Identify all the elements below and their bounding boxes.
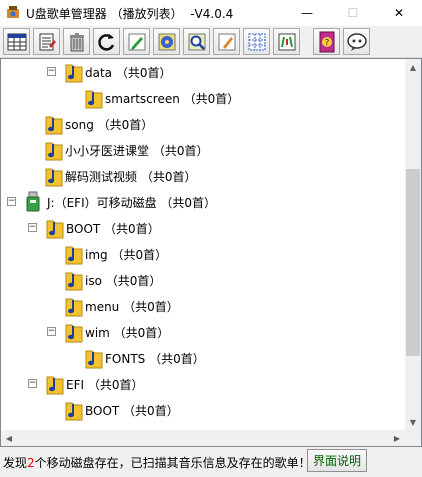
rename-button[interactable] (213, 28, 240, 55)
export-list-button[interactable] (273, 28, 300, 55)
music-folder-icon (45, 142, 63, 161)
magnify-scan-icon (188, 33, 205, 50)
title-bar: U盘歌单管理器 （播放列表） -V4.0.4 — ☐ ✕ (0, 0, 422, 26)
music-folder-icon (65, 298, 83, 317)
rename-pencil-icon (218, 33, 235, 50)
grid-select-button[interactable] (243, 28, 270, 55)
tree-node-boot[interactable]: − BOOT （共0首） (28, 215, 160, 241)
app-icon (7, 6, 19, 18)
music-folder-icon (65, 402, 83, 421)
scroll-left-arrow-icon[interactable]: ◀ (1, 430, 17, 446)
tree-node-data[interactable]: − data （共0首） (47, 59, 171, 85)
refresh-button[interactable] (93, 28, 120, 55)
magnify-scan-button[interactable] (183, 28, 210, 55)
scroll-up-arrow-icon[interactable]: ▲ (405, 59, 421, 75)
scroll-right-arrow-icon[interactable]: ▶ (389, 430, 405, 446)
playlist-grid-button[interactable] (3, 28, 30, 55)
edit-button[interactable] (123, 28, 150, 55)
close-button[interactable]: ✕ (376, 0, 422, 26)
tree-node-img[interactable]: img （共0首） (65, 241, 167, 267)
music-folder-icon (65, 64, 83, 83)
vertical-scroll-thumb[interactable] (406, 169, 420, 356)
music-folder-icon (65, 246, 83, 265)
status-suffix: 个移动磁盘存在，已扫描其音乐信息及存在的歌单！ (34, 456, 311, 470)
collapse-toggle[interactable]: − (47, 67, 56, 76)
music-folder-icon (45, 168, 63, 187)
tree-node-efi-boot[interactable]: BOOT （共0首） (65, 397, 179, 423)
minimize-button[interactable]: — (284, 0, 330, 26)
help-book-button[interactable]: ? (313, 28, 340, 55)
tree-node-menu[interactable]: menu （共0首） (65, 293, 179, 319)
tree-view[interactable]: − data （共0首） smartscreen （共0首） song （共0首… (1, 59, 405, 430)
close-icon: ✕ (393, 6, 405, 20)
tree-node-song[interactable]: song （共0首） (45, 111, 153, 137)
delete-trash-icon (69, 32, 84, 51)
window-title: U盘歌单管理器 （播放列表） -V4.0.4 (26, 7, 234, 21)
minimize-icon: — (301, 6, 313, 20)
tree-node-iso[interactable]: iso （共0首） (65, 267, 161, 293)
status-bar: 发现2个移动磁盘存在，已扫描其音乐信息及存在的歌单！ 界面说明 (0, 447, 422, 477)
help-book-icon: ? (319, 31, 334, 52)
status-message: 发现2个移动磁盘存在，已扫描其音乐信息及存在的歌单！ (3, 454, 311, 471)
maximize-icon: ☐ (347, 6, 359, 20)
music-folder-icon (65, 272, 83, 291)
usb-drive-icon (26, 191, 40, 212)
tree-node-fonts[interactable]: FONTS （共0首） (85, 345, 205, 371)
delete-button[interactable] (63, 28, 90, 55)
notes-edit-button[interactable] (33, 28, 60, 55)
music-folder-icon (65, 324, 83, 343)
toolbar: ? (0, 26, 422, 58)
scrollbar-corner (405, 430, 421, 446)
interface-help-button[interactable]: 界面说明 (307, 449, 367, 472)
status-drive-count: 2 (27, 456, 35, 470)
maximize-button[interactable]: ☐ (330, 0, 376, 26)
disc-scan-icon (158, 33, 175, 50)
collapse-toggle[interactable]: − (47, 327, 56, 336)
status-prefix: 发现 (3, 456, 28, 470)
refresh-icon (97, 33, 114, 51)
grid-select-icon (248, 33, 265, 50)
music-folder-icon (85, 90, 103, 109)
scroll-down-arrow-icon[interactable]: ▼ (405, 414, 421, 430)
tree-node-efi[interactable]: − EFI （共0首） (28, 371, 143, 397)
music-folder-icon (45, 116, 63, 135)
collapse-toggle[interactable]: − (28, 223, 37, 232)
tree-node-drive-j[interactable]: − J:（EFI）可移动磁盘 （共0首） (7, 189, 216, 215)
playlist-grid-icon (7, 33, 26, 50)
feedback-chat-icon (346, 32, 367, 51)
disc-scan-button[interactable] (153, 28, 180, 55)
export-list-icon (278, 33, 295, 50)
playlist-tree-panel[interactable]: − data （共0首） smartscreen （共0首） song （共0首… (0, 58, 422, 447)
tree-node-dentist-class[interactable]: 小小牙医进课堂 （共0首） (45, 137, 208, 163)
vertical-scrollbar[interactable]: ▲ ▼ (405, 59, 421, 430)
tree-node-smartscreen[interactable]: smartscreen （共0首） (85, 85, 239, 111)
pen-edit-icon (128, 33, 145, 50)
music-folder-icon (46, 220, 64, 239)
notes-edit-icon (39, 33, 56, 50)
tree-node-wim[interactable]: − wim （共0首） (47, 319, 169, 345)
collapse-toggle[interactable]: − (7, 197, 16, 206)
collapse-toggle[interactable]: − (28, 379, 37, 388)
music-folder-icon (46, 376, 64, 395)
svg-text:?: ? (324, 38, 329, 48)
music-folder-icon (85, 350, 103, 369)
feedback-button[interactable] (343, 28, 370, 55)
tree-node-decode-test[interactable]: 解码测试视频 （共0首） (45, 163, 196, 189)
horizontal-scrollbar[interactable]: ◀ ▶ (1, 430, 405, 446)
